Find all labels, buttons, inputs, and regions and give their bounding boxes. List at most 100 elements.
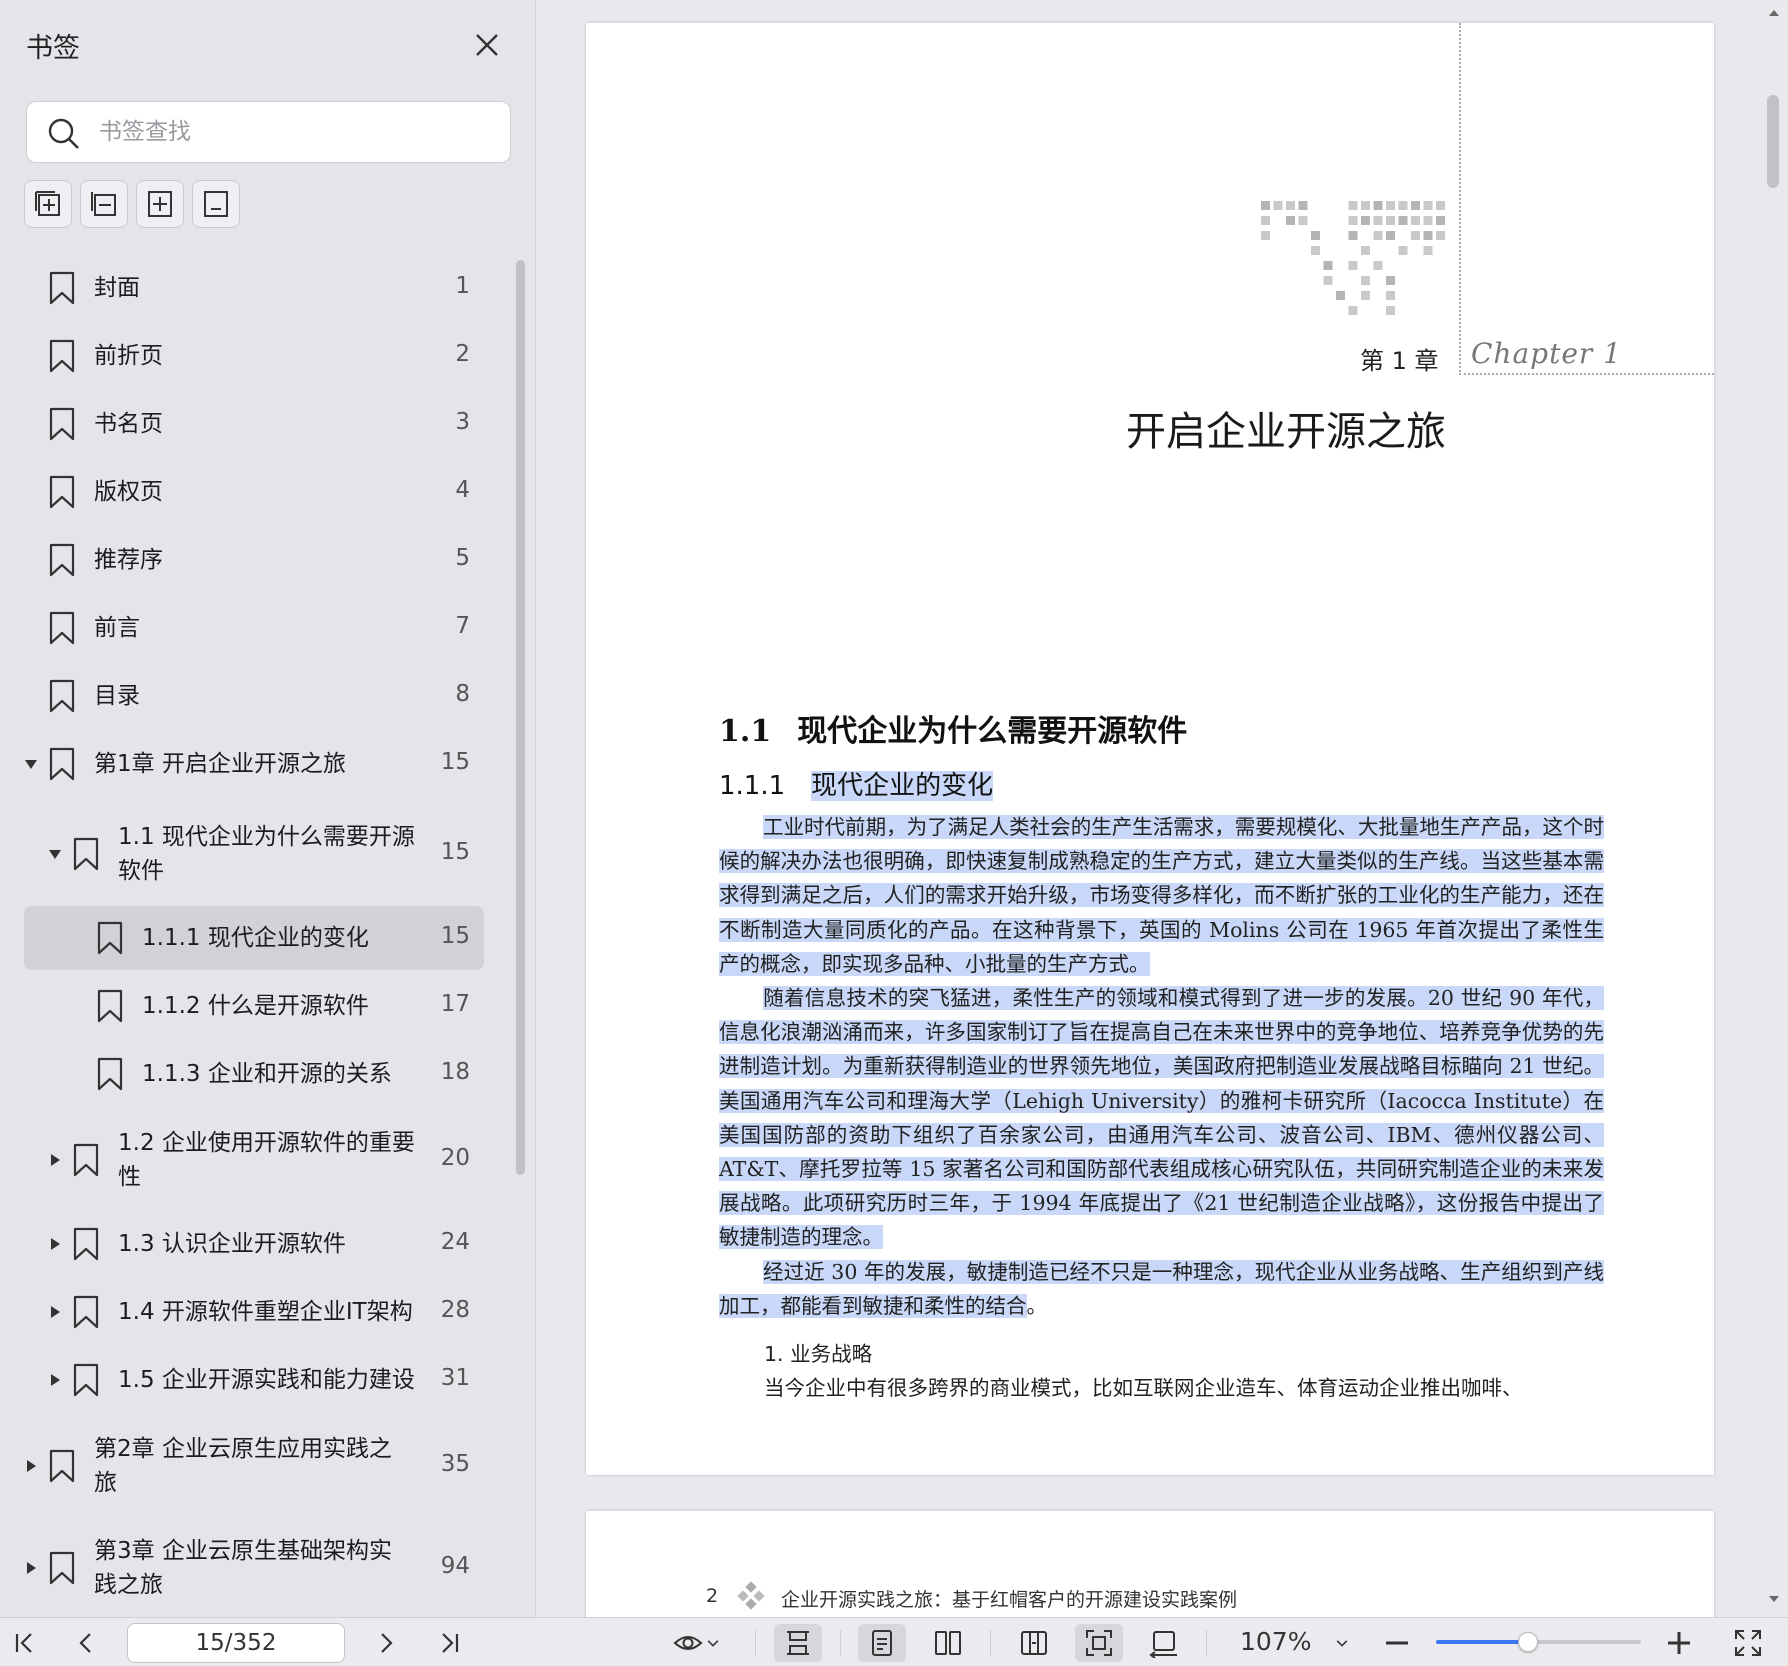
chevron-left-icon [79, 1633, 91, 1653]
bookmark-label: 1.1 现代企业为什么需要开源 软件 [118, 824, 415, 884]
bookmark-search-input[interactable] [99, 112, 489, 152]
collapsed-arrow-icon[interactable] [48, 1373, 62, 1387]
ornament-dot [1373, 201, 1383, 210]
zoom-slider[interactable] [1436, 1632, 1641, 1652]
bookmark-page-number: 7 [455, 613, 470, 639]
ornament-dot [1386, 231, 1395, 240]
bookmark-label: 1.3 认识企业开源软件 [118, 1231, 346, 1257]
bookmark-item[interactable]: 第2章 企业云原生应用实践之旅 35 [24, 1422, 484, 1510]
continuous-scroll-button[interactable] [774, 1624, 822, 1662]
two-page-button[interactable] [924, 1624, 972, 1662]
scroll-up-icon[interactable] [1767, 6, 1781, 20]
bookmark-item[interactable]: 1.1.3 企业和开源的关系 18 [24, 1040, 484, 1108]
toolbar-divider [1206, 1630, 1207, 1656]
bookmark-item[interactable]: 1.1 现代企业为什么需要开源 软件 15 [24, 808, 484, 900]
ornament-dot [1398, 216, 1408, 225]
bookmark-item[interactable]: 第3章 企业云原生基础架构实 践之旅 94 [24, 1524, 484, 1612]
page-number-input[interactable] [127, 1623, 345, 1663]
collapsed-arrow-icon[interactable] [24, 1561, 38, 1575]
bookmark-label: 书名页 [94, 411, 163, 437]
bookmark-item[interactable]: 封面 1 [24, 254, 484, 322]
scroll-down-icon[interactable] [1767, 1592, 1781, 1606]
expand-all-button[interactable] [24, 180, 72, 228]
bookmark-item[interactable]: 1.1.1 现代企业的变化 15 [24, 906, 484, 970]
toolbar-divider [990, 1630, 991, 1656]
bookmark-item[interactable]: 版权页 4 [24, 458, 484, 526]
previous-page-button[interactable] [68, 1624, 104, 1662]
bookmark-item[interactable]: 前言 7 [24, 594, 484, 662]
bookmark-page-number: 8 [455, 681, 470, 707]
fullscreen-button[interactable] [1728, 1624, 1768, 1662]
bookmark-icon [73, 1363, 99, 1397]
collapsed-arrow-icon[interactable] [24, 1459, 38, 1473]
bookmark-item[interactable]: 书名页 3 [24, 390, 484, 458]
ornament-dot [1311, 246, 1320, 255]
document-scrollbar[interactable] [1767, 95, 1779, 188]
remove-bookmark-button[interactable] [192, 180, 240, 228]
bookmark-label: 前折页 [94, 343, 163, 369]
next-page-button[interactable] [368, 1624, 404, 1662]
bookmark-label: 推荐序 [94, 547, 163, 573]
bookmark-item[interactable]: 1.3 认识企业开源软件 24 [24, 1210, 484, 1278]
ornament-dot [1386, 276, 1395, 285]
collapsed-arrow-icon[interactable] [48, 1153, 62, 1167]
rotate-button[interactable] [1140, 1624, 1188, 1662]
collapse-all-button[interactable] [80, 180, 128, 228]
bookmark-page-number: 4 [455, 477, 470, 503]
ornament-dot [1436, 231, 1445, 240]
sidebar-scrollbar[interactable] [516, 260, 525, 1175]
bookmark-page-number: 94 [440, 1553, 470, 1579]
collapsed-arrow-icon[interactable] [48, 1237, 62, 1251]
zoom-slider-handle[interactable] [1518, 1632, 1539, 1652]
paragraph: 工业时代前期，为了满足人类社会的生产生活需求，需要规模化、大批量地生产产品，这个… [719, 815, 1604, 976]
running-title: 企业开源实践之旅：基于红帽客户的开源建设实践案例 [781, 1589, 1238, 1611]
bookmark-item[interactable]: 1.5 企业开源实践和能力建设 31 [24, 1346, 484, 1414]
expanded-arrow-icon[interactable] [48, 847, 62, 861]
bookmark-page-number: 2 [455, 341, 470, 367]
zoom-in-button[interactable] [1662, 1624, 1696, 1662]
chapter-dot-ornament [1261, 201, 1445, 315]
bookmark-label: 前言 [94, 615, 140, 641]
search-icon [48, 118, 79, 149]
ornament-dot [1386, 216, 1395, 225]
bookmark-item[interactable]: 1.1.2 什么是开源软件 17 [24, 972, 484, 1040]
add-bookmark-button[interactable] [136, 180, 184, 228]
zoom-out-button[interactable] [1380, 1624, 1414, 1662]
bookmark-item[interactable]: 推荐序 5 [24, 526, 484, 594]
first-page-button[interactable] [6, 1624, 42, 1662]
expand-all-icon [35, 191, 60, 216]
bookmark-search [26, 101, 511, 163]
bookmark-page-number: 28 [440, 1297, 470, 1323]
bookmark-item[interactable]: 1.2 企业使用开源软件的重要性 20 [24, 1116, 484, 1204]
ornament-dot [1298, 201, 1308, 210]
bookmark-label: 1.4 开源软件重塑企业IT架构 [118, 1299, 413, 1325]
add-bookmark-icon [148, 191, 172, 217]
ornament-dot [1361, 291, 1370, 300]
close-icon[interactable] [468, 26, 506, 64]
expanded-arrow-icon[interactable] [24, 757, 38, 771]
ornament-dot [1423, 246, 1433, 255]
last-page-icon [442, 1633, 459, 1653]
bookmark-item[interactable]: 1.4 开源软件重塑企业IT架构 28 [24, 1278, 484, 1346]
chevron-down-icon [707, 1640, 719, 1647]
bookmark-item[interactable]: 第1章 开启企业开源之旅 15 [24, 730, 484, 798]
last-page-button[interactable] [432, 1624, 468, 1662]
bookmark-item[interactable]: 目录 8 [24, 662, 484, 730]
fit-page-button[interactable] [1075, 1624, 1123, 1662]
bookmark-icon [49, 271, 75, 305]
fit-width-button[interactable] [1010, 1624, 1058, 1662]
chapter-title: 开启企业开源之旅 [1126, 409, 1446, 455]
collapsed-arrow-icon[interactable] [48, 1305, 62, 1319]
zoom-dropdown-button[interactable] [1330, 1624, 1354, 1662]
bookmark-label: 1.5 企业开源实践和能力建设 [118, 1367, 415, 1393]
bookmark-item[interactable]: 前折页 2 [24, 322, 484, 390]
minus-icon [1386, 1641, 1408, 1645]
page-number: 2 [706, 1585, 719, 1607]
chapter-script-label: Chapter 1 [1471, 337, 1622, 370]
read-mode-button[interactable] [664, 1624, 728, 1662]
ornament-dot [1348, 201, 1358, 210]
single-page-button[interactable] [858, 1624, 906, 1662]
bookmark-icon [97, 989, 123, 1023]
zoom-level: 107% [1240, 1627, 1312, 1656]
chevron-down-icon [1336, 1640, 1348, 1647]
